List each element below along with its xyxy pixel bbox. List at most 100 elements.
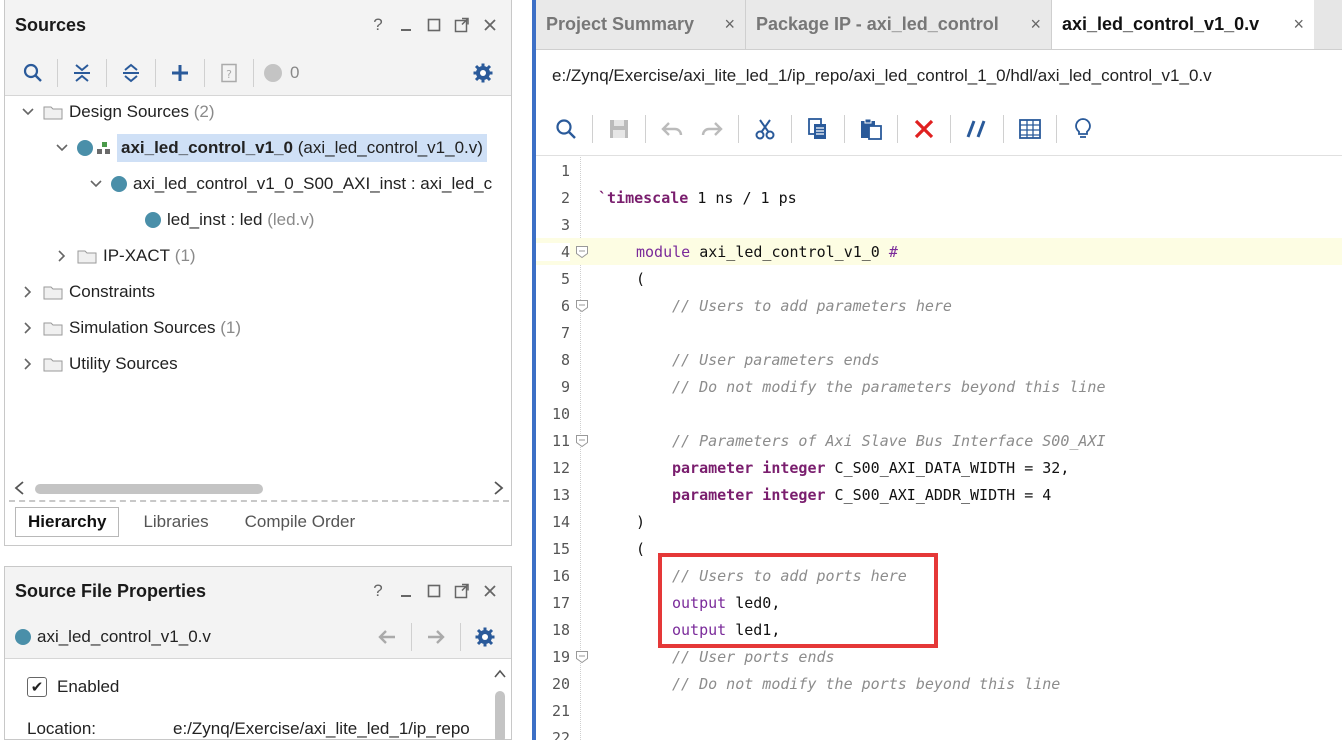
tree-item-led-inst[interactable]: led_inst : led (led.v) <box>139 204 314 236</box>
undo-icon[interactable] <box>652 112 692 146</box>
tab-package-ip[interactable]: Package IP - axi_led_control × <box>746 0 1052 49</box>
code-line[interactable]: 3 <box>536 211 1342 238</box>
settings-gear-icon[interactable] <box>467 620 503 654</box>
code-text: // Do not modify the ports beyond this l… <box>672 674 1061 693</box>
chevron-right-icon[interactable] <box>19 319 37 337</box>
code-line[interactable]: 14) <box>536 508 1342 535</box>
code-line[interactable]: 11 // Parameters of Axi Slave Bus Interfa… <box>536 427 1342 454</box>
tree-item-ip-xact[interactable]: IP-XACT (1) <box>53 240 196 272</box>
code-line[interactable]: 15 ( <box>536 535 1342 562</box>
settings-gear-icon[interactable] <box>465 56 501 90</box>
copy-icon[interactable] <box>798 112 838 146</box>
restore-icon[interactable] <box>423 14 445 36</box>
enabled-checkbox[interactable]: ✔ <box>27 677 47 697</box>
line-number: 19 <box>551 647 570 666</box>
code-line[interactable]: 9 // Do not modify the parameters beyond … <box>536 373 1342 400</box>
code-line[interactable]: 7 <box>536 319 1342 346</box>
line-number: 13 <box>551 485 570 504</box>
search-icon[interactable] <box>15 56 51 90</box>
chevron-down-icon[interactable] <box>19 103 37 121</box>
enabled-checkbox-row[interactable]: ✔ Enabled <box>27 677 119 697</box>
paste-icon[interactable] <box>851 112 891 146</box>
float-icon[interactable] <box>451 14 473 36</box>
code-line[interactable]: 6 // Users to add parameters here <box>536 292 1342 319</box>
close-icon[interactable]: × <box>1030 14 1041 35</box>
chevron-right-icon[interactable] <box>19 283 37 301</box>
help-icon[interactable]: ? <box>367 580 389 602</box>
close-icon[interactable]: × <box>724 14 735 35</box>
unknown-file-icon[interactable]: ? <box>211 56 247 90</box>
code-editor[interactable]: 1 2 `timescale 1 ns / 1 ps 3 4 module axi_led… <box>536 157 1342 740</box>
scroll-up-icon[interactable] <box>493 665 507 685</box>
scrollbar-thumb[interactable] <box>495 691 505 740</box>
close-icon[interactable]: × <box>1293 14 1304 35</box>
redo-icon[interactable] <box>692 112 732 146</box>
cut-icon[interactable] <box>745 112 785 146</box>
tab-hierarchy[interactable]: Hierarchy <box>15 507 120 537</box>
tab-axi-led-control-v[interactable]: axi_led_control_v1_0.v × <box>1052 0 1314 49</box>
toggle-comment-icon[interactable] <box>957 112 997 146</box>
back-arrow-icon[interactable] <box>369 620 405 654</box>
code-line[interactable]: 22 <box>536 724 1342 740</box>
code-line[interactable]: 1 <box>536 157 1342 184</box>
horizontal-scrollbar[interactable] <box>9 478 509 498</box>
code-line[interactable]: 21 <box>536 697 1342 724</box>
fold-marker-icon[interactable] <box>574 433 590 449</box>
float-icon[interactable] <box>451 580 473 602</box>
line-number: 16 <box>551 566 570 585</box>
fold-marker-icon[interactable] <box>574 649 590 665</box>
tab-project-summary[interactable]: Project Summary × <box>536 0 746 49</box>
fold-marker-icon[interactable] <box>574 298 590 314</box>
help-icon[interactable]: ? <box>367 14 389 36</box>
restore-icon[interactable] <box>423 580 445 602</box>
editor-tabbar: Project Summary × Package IP - axi_led_co… <box>536 0 1342 50</box>
minimize-icon[interactable] <box>395 14 417 36</box>
tree-item-s00-axi-inst[interactable]: axi_led_control_v1_0_S00_AXI_inst : axi_… <box>87 168 509 200</box>
expand-all-icon[interactable] <box>113 56 149 90</box>
tab-libraries[interactable]: Libraries <box>131 508 220 536</box>
tree-item-simulation-sources[interactable]: Simulation Sources (1) <box>19 312 241 344</box>
code-line[interactable]: 10 <box>536 400 1342 427</box>
save-icon[interactable] <box>599 112 639 146</box>
vertical-scrollbar[interactable] <box>493 665 507 740</box>
tab-compile-order[interactable]: Compile Order <box>233 508 368 536</box>
lightbulb-icon[interactable] <box>1063 112 1103 146</box>
chevron-down-icon[interactable] <box>53 139 71 157</box>
source-file-properties-panel: Source File Properties ? axi_led_control… <box>4 566 512 740</box>
tree-item-constraints[interactable]: Constraints <box>19 276 155 308</box>
tree-item-design-sources[interactable]: Design Sources (2) <box>19 96 215 128</box>
code-line[interactable]: 8 // User parameters ends <box>536 346 1342 373</box>
line-number: 2 <box>560 188 570 207</box>
scroll-left-icon[interactable] <box>13 480 25 501</box>
chevron-down-icon[interactable] <box>87 175 105 193</box>
code-line[interactable]: 4 module axi_led_control_v1_0 # <box>536 238 1342 265</box>
chevron-right-icon[interactable] <box>19 355 37 373</box>
delete-icon[interactable] <box>904 112 944 146</box>
chevron-right-icon[interactable] <box>53 247 71 265</box>
minimize-icon[interactable] <box>395 580 417 602</box>
scrollbar-thumb[interactable] <box>35 484 263 494</box>
code-line[interactable]: 12 parameter integer C_S00_AXI_DATA_WIDTH… <box>536 454 1342 481</box>
tree-item-utility-sources[interactable]: Utility Sources <box>19 348 178 380</box>
status-badge[interactable]: 0 <box>260 56 303 90</box>
code-line[interactable]: 13 parameter integer C_S00_AXI_ADDR_WIDTH… <box>536 481 1342 508</box>
selected-item[interactable]: axi_led_control_v1_0 (axi_led_control_v1… <box>117 134 487 162</box>
fold-marker-icon[interactable] <box>574 244 590 260</box>
add-sources-icon[interactable] <box>162 56 198 90</box>
insert-template-icon[interactable] <box>1010 112 1050 146</box>
code-line[interactable]: 20 // Do not modify the ports beyond this… <box>536 670 1342 697</box>
code-line[interactable]: 5( <box>536 265 1342 292</box>
scroll-right-icon[interactable] <box>493 480 505 501</box>
code-line[interactable]: 19 // User ports ends <box>536 643 1342 670</box>
search-icon[interactable] <box>546 112 586 146</box>
close-icon[interactable] <box>479 14 501 36</box>
editor-toolbar <box>536 102 1342 156</box>
tree-item-top-module[interactable]: axi_led_control_v1_0 (axi_led_control_v1… <box>53 132 487 164</box>
code-line[interactable]: 2 `timescale 1 ns / 1 ps <box>536 184 1342 211</box>
code-line[interactable]: 18 output led1, <box>536 616 1342 643</box>
close-icon[interactable] <box>479 580 501 602</box>
forward-arrow-icon[interactable] <box>418 620 454 654</box>
code-line[interactable]: 16// Users to add ports here <box>536 562 1342 589</box>
collapse-all-icon[interactable] <box>64 56 100 90</box>
code-line[interactable]: 17 output led0, <box>536 589 1342 616</box>
